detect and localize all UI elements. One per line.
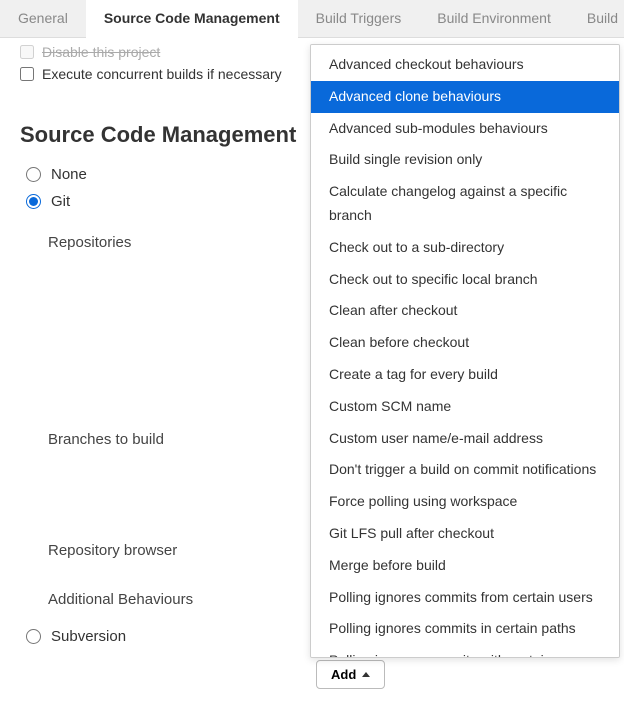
scm-git-label: Git xyxy=(51,193,70,210)
dropdown-item[interactable]: Check out to specific local branch xyxy=(311,264,619,296)
dropdown-item[interactable]: Calculate changelog against a specific b… xyxy=(311,176,619,232)
dropdown-item[interactable]: Advanced sub-modules behaviours xyxy=(311,113,619,145)
dropdown-item[interactable]: Polling ignores commits with certain mes… xyxy=(311,645,619,658)
behaviours-dropdown[interactable]: Advanced checkout behavioursAdvanced clo… xyxy=(310,44,620,658)
tab-general[interactable]: General xyxy=(0,0,86,37)
tab-scm[interactable]: Source Code Management xyxy=(86,0,298,38)
concurrent-builds-checkbox[interactable] xyxy=(20,67,34,81)
add-button-container: Add xyxy=(316,660,385,689)
scm-git-radio[interactable] xyxy=(26,194,41,209)
dropdown-item[interactable]: Create a tag for every build xyxy=(311,359,619,391)
add-button-label: Add xyxy=(331,667,356,682)
dropdown-item[interactable]: Clean after checkout xyxy=(311,295,619,327)
scm-none-label: None xyxy=(51,166,87,183)
tab-bar: General Source Code Management Build Tri… xyxy=(0,0,624,38)
scm-subversion-radio[interactable] xyxy=(26,629,41,644)
tab-build[interactable]: Build xyxy=(569,0,624,37)
add-behaviour-button[interactable]: Add xyxy=(316,660,385,689)
concurrent-builds-label: Execute concurrent builds if necessary xyxy=(42,66,282,82)
scm-subversion-label: Subversion xyxy=(51,628,126,645)
dropdown-item[interactable]: Clean before checkout xyxy=(311,327,619,359)
tab-build-environment[interactable]: Build Environment xyxy=(419,0,569,37)
dropdown-item[interactable]: Check out to a sub-directory xyxy=(311,232,619,264)
scm-none-radio[interactable] xyxy=(26,167,41,182)
dropdown-item[interactable]: Don't trigger a build on commit notifica… xyxy=(311,454,619,486)
dropdown-item[interactable]: Build single revision only xyxy=(311,144,619,176)
disable-project-label: Disable this project xyxy=(42,44,160,60)
dropdown-item[interactable]: Advanced clone behaviours xyxy=(311,81,619,113)
dropdown-item[interactable]: Custom SCM name xyxy=(311,391,619,423)
dropdown-item[interactable]: Merge before build xyxy=(311,550,619,582)
tab-build-triggers[interactable]: Build Triggers xyxy=(298,0,420,37)
dropdown-item[interactable]: Git LFS pull after checkout xyxy=(311,518,619,550)
dropdown-item[interactable]: Force polling using workspace xyxy=(311,486,619,518)
caret-up-icon xyxy=(362,672,370,677)
dropdown-item[interactable]: Advanced checkout behaviours xyxy=(311,49,619,81)
dropdown-item[interactable]: Polling ignores commits from certain use… xyxy=(311,582,619,614)
disable-project-checkbox xyxy=(20,45,34,59)
dropdown-item[interactable]: Polling ignores commits in certain paths xyxy=(311,613,619,645)
dropdown-item[interactable]: Custom user name/e-mail address xyxy=(311,423,619,455)
